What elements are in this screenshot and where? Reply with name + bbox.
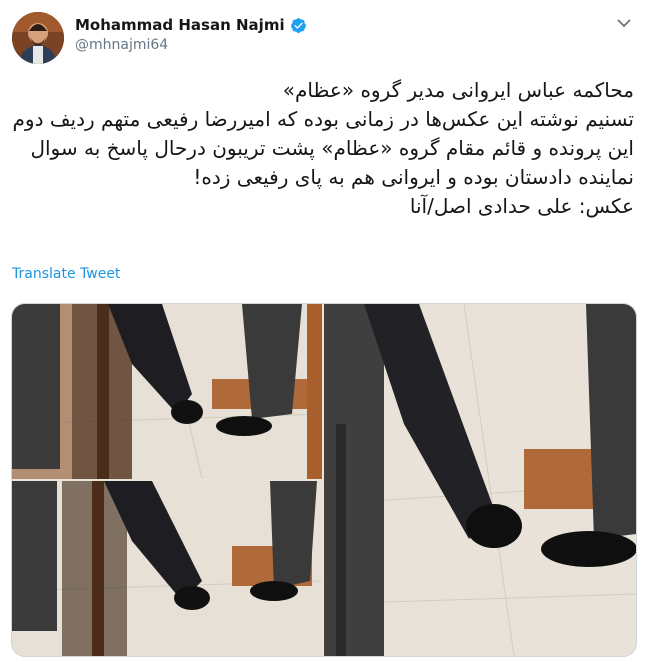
author-handle[interactable]: @mhnajmi64 — [75, 37, 168, 53]
author-avatar[interactable] — [12, 12, 64, 64]
verified-badge-icon — [290, 17, 307, 34]
media-photo-3[interactable] — [324, 304, 636, 656]
tweet-line: این پرونده و قائم مقام گروه «عظام» پشت ت… — [30, 136, 634, 160]
tweet-line: عکس: علی حدادی اصل/آنا — [409, 194, 634, 218]
media-photo-1[interactable] — [12, 304, 322, 479]
media-photo-2[interactable] — [12, 481, 322, 656]
tweet-line: محاکمه عباس ایروانی مدیر گروه «عظام» — [282, 78, 634, 102]
tweet-line: نماینده دادستان بوده و ایروانی هم به پای… — [193, 165, 634, 189]
chevron-down-icon[interactable] — [614, 13, 634, 33]
tweet-text: محاکمه عباس ایروانی مدیر گروه «عظام» تسن… — [12, 76, 634, 221]
translate-tweet-link[interactable]: Translate Tweet — [12, 266, 120, 282]
author-name[interactable]: Mohammad Hasan Najmi — [75, 16, 285, 34]
tweet-media-grid[interactable] — [11, 303, 637, 657]
avatar-photo — [12, 12, 64, 64]
tweet-line: تسنیم نوشته این عکس‌ها در زمانی بوده که … — [12, 107, 634, 131]
